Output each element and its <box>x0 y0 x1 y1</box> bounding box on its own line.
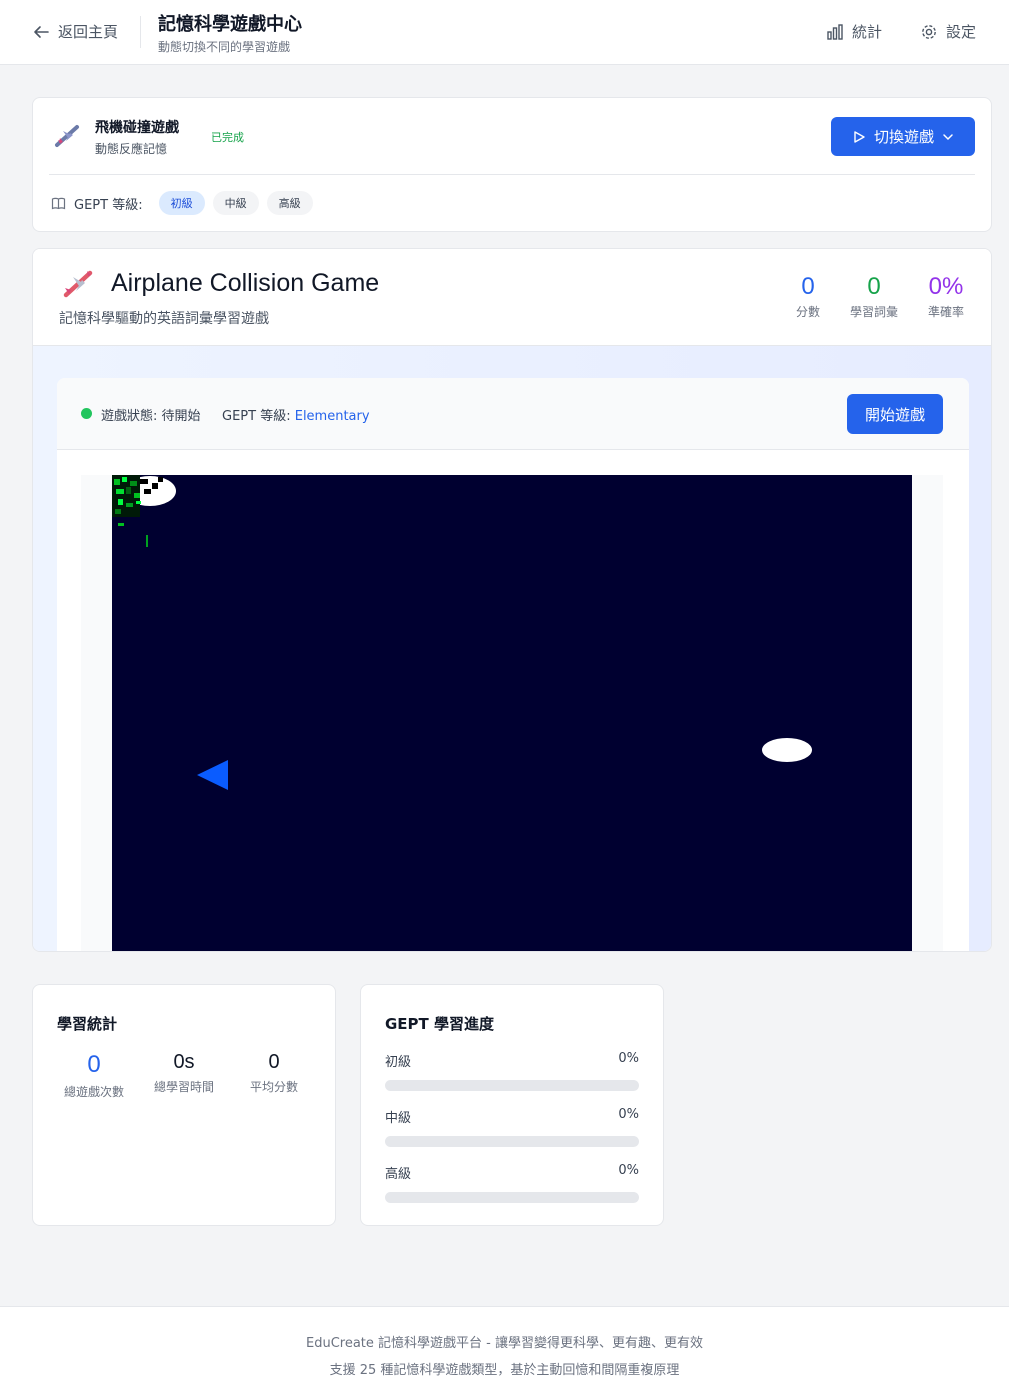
current-game-name: 飛機碰撞遊戲 <box>95 120 179 136</box>
airplane-icon <box>63 270 93 298</box>
switcher-divider <box>49 174 975 175</box>
footer-line-2: 支援 25 種記憶科學遊戲類型，基於主動回憶和間隔重複原理 <box>329 1363 680 1378</box>
progress-label: 初級 <box>385 1055 412 1070</box>
chevron-down-icon <box>943 133 953 140</box>
game-status-text: 遊戲狀態: 待開始 <box>101 409 201 424</box>
start-game-button[interactable]: 開始遊戲 <box>847 394 943 434</box>
top-header: 返回主頁 記憶科學遊戲中心 動態切換不同的學習遊戲 統計 設定 <box>0 0 1009 65</box>
footer-line-1: EduCreate 記憶科學遊戲平台 - 讓學習變得更科學、更有趣、更有效 <box>306 1336 703 1351</box>
game-gept-label: GEPT 等級: <box>222 409 291 424</box>
progress-row-advanced: 高級 0% <box>385 1163 639 1203</box>
total-time-value: 0s <box>173 1051 195 1073</box>
game-status-bar: 遊戲狀態: 待開始 GEPT 等級: Elementary 開始遊戲 <box>57 378 969 450</box>
gept-progress-card: GEPT 學習進度 初級 0% 中級 0% 高級 0% <box>360 984 664 1226</box>
header-divider <box>140 16 141 48</box>
progress-row-intermediate: 中級 0% <box>385 1107 639 1147</box>
game-switcher-card: 飛機碰撞遊戲 動態反應記憶 已完成 切換遊戲 GEPT 等級: 初級 中級 高級 <box>32 97 992 232</box>
game-canvas[interactable] <box>112 475 912 952</box>
words-value: 0 <box>867 273 881 300</box>
game-gept-value: Elementary <box>294 409 370 424</box>
gept-level-label-wrap: GEPT 等級: <box>51 194 143 213</box>
game-card: Airplane Collision Game 記憶科學驅動的英語詞彙學習遊戲 … <box>32 248 992 952</box>
progress-track <box>385 1136 639 1147</box>
play-icon <box>854 130 865 143</box>
settings-button[interactable]: 設定 <box>920 21 976 42</box>
accuracy-label: 準確率 <box>927 305 964 319</box>
airplane-icon <box>55 125 79 147</box>
score-stat: 0 分數 <box>789 273 827 320</box>
progress-value: 0% <box>618 1051 639 1066</box>
game-subtitle: 記憶科學驅動的英語詞彙學習遊戲 <box>59 311 269 327</box>
words-label: 學習詞彙 <box>849 305 898 319</box>
gept-level-selector: GEPT 等級: 初級 中級 高級 <box>51 191 313 215</box>
progress-label: 中級 <box>385 1111 412 1126</box>
game-card-header: Airplane Collision Game 記憶科學驅動的英語詞彙學習遊戲 … <box>33 249 991 346</box>
switch-game-label: 切換遊戲 <box>873 128 934 146</box>
progress-value: 0% <box>618 1107 639 1122</box>
score-label: 分數 <box>795 305 820 319</box>
learning-stats-title: 學習統計 <box>57 1015 118 1033</box>
progress-track <box>385 1080 639 1091</box>
avg-score-stat: 0 平均分數 <box>229 1051 319 1095</box>
progress-row-elementary: 初級 0% <box>385 1051 639 1091</box>
progress-track <box>385 1192 639 1203</box>
accuracy-value: 0% <box>928 273 964 300</box>
total-time-stat: 0s 總學習時間 <box>139 1051 229 1095</box>
level-chip-elementary[interactable]: 初級 <box>158 191 205 215</box>
back-home-label: 返回主頁 <box>58 23 119 41</box>
switch-game-button[interactable]: 切換遊戲 <box>831 117 975 156</box>
canvas-wrapper <box>81 475 943 952</box>
total-games-label: 總遊戲次數 <box>63 1085 124 1099</box>
status-badge: 已完成 <box>211 131 244 144</box>
level-chip-intermediate[interactable]: 中級 <box>212 191 259 215</box>
progress-label: 高級 <box>385 1167 412 1182</box>
gept-level-label: GEPT 等級: <box>74 197 143 213</box>
game-area: 遊戲狀態: 待開始 GEPT 等級: Elementary 開始遊戲 <box>33 346 991 952</box>
game-title: Airplane Collision Game <box>111 269 380 297</box>
page-title: 記憶科學遊戲中心 <box>158 14 302 35</box>
current-game-desc: 動態反應記憶 <box>95 142 168 156</box>
total-time-label: 總學習時間 <box>153 1080 214 1094</box>
stats-label: 統計 <box>852 23 883 41</box>
game-container: 遊戲狀態: 待開始 GEPT 等級: Elementary 開始遊戲 <box>57 378 969 952</box>
level-chip-advanced[interactable]: 高級 <box>266 191 313 215</box>
arrow-left-icon <box>34 25 49 38</box>
book-icon <box>51 197 66 209</box>
words-stat: 0 學習詞彙 <box>842 273 906 320</box>
progress-value: 0% <box>618 1163 639 1178</box>
stats-button[interactable]: 統計 <box>826 21 882 42</box>
bar-chart-icon <box>827 23 843 40</box>
status-dot <box>81 408 92 419</box>
gear-icon <box>922 24 936 39</box>
back-home-button[interactable]: 返回主頁 <box>32 21 118 42</box>
avg-score-value: 0 <box>268 1051 280 1073</box>
learning-stats-card: 學習統計 0 總遊戲次數 0s 總學習時間 0 平均分數 <box>32 984 336 1226</box>
settings-label: 設定 <box>946 23 977 41</box>
page-subtitle: 動態切換不同的學習遊戲 <box>158 40 291 54</box>
accuracy-stat: 0% 準確率 <box>921 273 971 320</box>
score-value: 0 <box>801 273 815 300</box>
page-footer: EduCreate 記憶科學遊戲平台 - 讓學習變得更科學、更有趣、更有效 支援… <box>0 1306 1009 1399</box>
avg-score-label: 平均分數 <box>249 1080 298 1094</box>
total-games-stat: 0 總遊戲次數 <box>49 1051 139 1100</box>
gept-progress-title: GEPT 學習進度 <box>385 1015 495 1033</box>
total-games-value: 0 <box>87 1051 101 1078</box>
game-gept-level: GEPT 等級: Elementary <box>222 405 370 424</box>
cloud-sprite <box>762 738 812 762</box>
